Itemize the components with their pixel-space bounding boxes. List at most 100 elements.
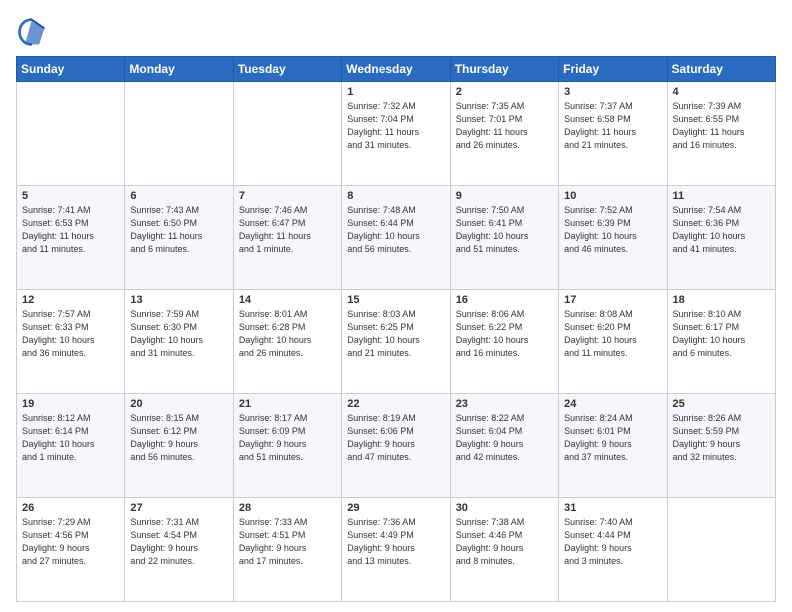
- day-header-wednesday: Wednesday: [342, 57, 450, 82]
- day-info: Sunrise: 8:08 AM Sunset: 6:20 PM Dayligh…: [564, 308, 661, 360]
- day-cell-29: 29Sunrise: 7:36 AM Sunset: 4:49 PM Dayli…: [342, 498, 450, 602]
- day-number: 3: [564, 86, 661, 98]
- day-cell-14: 14 Sunrise: 8:01 AM Sunset: 6:28 PM Dayli…: [233, 290, 341, 394]
- day-cell-16: 16 Sunrise: 8:06 AM Sunset: 6:22 PM Dayli…: [450, 290, 558, 394]
- day-number: 20: [130, 398, 227, 410]
- day-number: 10: [564, 190, 661, 202]
- day-info: Sunrise: 7:32 AM Sunset: 7:04 PM Dayligh…: [347, 100, 444, 152]
- day-info: Sunrise: 8:03 AM Sunset: 6:25 PM Dayligh…: [347, 308, 444, 360]
- day-header-monday: Monday: [125, 57, 233, 82]
- empty-cell: [17, 82, 125, 186]
- day-number: 11: [673, 190, 770, 202]
- day-cell-31: 31 Sunrise: 7:40 AM Sunset: 4:44 PM Dayli…: [559, 498, 667, 602]
- day-number: 13: [130, 294, 227, 306]
- day-number: 27: [130, 502, 227, 514]
- day-cell-19: 19 Sunrise: 8:12 AM Sunset: 6:14 PM Dayli…: [17, 394, 125, 498]
- day-info: Sunrise: 8:22 AM Sunset: 6:04 PM Dayligh…: [456, 412, 553, 464]
- day-cell-25: 25 Sunrise: 8:26 AM Sunset: 5:59 PM Dayli…: [667, 394, 775, 498]
- day-cell-9: 9Sunrise: 7:50 AM Sunset: 6:41 PM Daylig…: [450, 186, 558, 290]
- day-number: 2: [456, 86, 553, 98]
- day-cell-12: 12Sunrise: 7:57 AM Sunset: 6:33 PM Dayli…: [17, 290, 125, 394]
- day-info: Sunrise: 7:46 AM Sunset: 6:47 PM Dayligh…: [239, 204, 336, 256]
- calendar-header-row: SundayMondayTuesdayWednesdayThursdayFrid…: [17, 57, 776, 82]
- day-number: 31: [564, 502, 661, 514]
- day-info: Sunrise: 8:12 AM Sunset: 6:14 PM Dayligh…: [22, 412, 119, 464]
- day-header-tuesday: Tuesday: [233, 57, 341, 82]
- week-row-1: 1 Sunrise: 7:32 AM Sunset: 7:04 PM Daylig…: [17, 82, 776, 186]
- day-info: Sunrise: 7:54 AM Sunset: 6:36 PM Dayligh…: [673, 204, 770, 256]
- header: [16, 16, 776, 48]
- day-number: 30: [456, 502, 553, 514]
- day-cell-30: 30 Sunrise: 7:38 AM Sunset: 4:46 PM Dayli…: [450, 498, 558, 602]
- day-info: Sunrise: 8:15 AM Sunset: 6:12 PM Dayligh…: [130, 412, 227, 464]
- day-number: 24: [564, 398, 661, 410]
- day-number: 19: [22, 398, 119, 410]
- day-info: Sunrise: 8:17 AM Sunset: 6:09 PM Dayligh…: [239, 412, 336, 464]
- day-cell-4: 4 Sunrise: 7:39 AM Sunset: 6:55 PM Daylig…: [667, 82, 775, 186]
- day-info: Sunrise: 7:48 AM Sunset: 6:44 PM Dayligh…: [347, 204, 444, 256]
- day-info: Sunrise: 7:43 AM Sunset: 6:50 PM Dayligh…: [130, 204, 227, 256]
- day-cell-18: 18Sunrise: 8:10 AM Sunset: 6:17 PM Dayli…: [667, 290, 775, 394]
- day-cell-24: 24 Sunrise: 8:24 AM Sunset: 6:01 PM Dayli…: [559, 394, 667, 498]
- day-number: 5: [22, 190, 119, 202]
- day-number: 22: [347, 398, 444, 410]
- day-info: Sunrise: 7:41 AM Sunset: 6:53 PM Dayligh…: [22, 204, 119, 256]
- day-info: Sunrise: 8:19 AM Sunset: 6:06 PM Dayligh…: [347, 412, 444, 464]
- day-info: Sunrise: 8:01 AM Sunset: 6:28 PM Dayligh…: [239, 308, 336, 360]
- day-number: 14: [239, 294, 336, 306]
- day-cell-28: 28Sunrise: 7:33 AM Sunset: 4:51 PM Dayli…: [233, 498, 341, 602]
- day-cell-10: 10 Sunrise: 7:52 AM Sunset: 6:39 PM Dayli…: [559, 186, 667, 290]
- day-cell-7: 7 Sunrise: 7:46 AM Sunset: 6:47 PM Daylig…: [233, 186, 341, 290]
- day-info: Sunrise: 7:59 AM Sunset: 6:30 PM Dayligh…: [130, 308, 227, 360]
- day-number: 16: [456, 294, 553, 306]
- day-info: Sunrise: 7:36 AM Sunset: 4:49 PM Dayligh…: [347, 516, 444, 568]
- day-cell-15: 15Sunrise: 8:03 AM Sunset: 6:25 PM Dayli…: [342, 290, 450, 394]
- logo: [16, 16, 52, 48]
- day-cell-20: 20 Sunrise: 8:15 AM Sunset: 6:12 PM Dayli…: [125, 394, 233, 498]
- logo-icon: [16, 16, 48, 48]
- day-number: 7: [239, 190, 336, 202]
- day-number: 26: [22, 502, 119, 514]
- day-cell-21: 21 Sunrise: 8:17 AM Sunset: 6:09 PM Dayli…: [233, 394, 341, 498]
- day-header-saturday: Saturday: [667, 57, 775, 82]
- day-info: Sunrise: 7:57 AM Sunset: 6:33 PM Dayligh…: [22, 308, 119, 360]
- day-cell-26: 26 Sunrise: 7:29 AM Sunset: 4:56 PM Dayli…: [17, 498, 125, 602]
- day-cell-17: 17 Sunrise: 8:08 AM Sunset: 6:20 PM Dayli…: [559, 290, 667, 394]
- day-info: Sunrise: 7:31 AM Sunset: 4:54 PM Dayligh…: [130, 516, 227, 568]
- day-number: 25: [673, 398, 770, 410]
- day-number: 8: [347, 190, 444, 202]
- day-cell-6: 6Sunrise: 7:43 AM Sunset: 6:50 PM Daylig…: [125, 186, 233, 290]
- empty-cell: [125, 82, 233, 186]
- day-number: 4: [673, 86, 770, 98]
- day-info: Sunrise: 7:37 AM Sunset: 6:58 PM Dayligh…: [564, 100, 661, 152]
- day-info: Sunrise: 7:40 AM Sunset: 4:44 PM Dayligh…: [564, 516, 661, 568]
- day-header-sunday: Sunday: [17, 57, 125, 82]
- week-row-2: 5 Sunrise: 7:41 AM Sunset: 6:53 PM Daylig…: [17, 186, 776, 290]
- empty-cell: [233, 82, 341, 186]
- day-number: 1: [347, 86, 444, 98]
- day-cell-3: 3 Sunrise: 7:37 AM Sunset: 6:58 PM Daylig…: [559, 82, 667, 186]
- day-number: 23: [456, 398, 553, 410]
- day-cell-23: 23 Sunrise: 8:22 AM Sunset: 6:04 PM Dayli…: [450, 394, 558, 498]
- day-info: Sunrise: 7:39 AM Sunset: 6:55 PM Dayligh…: [673, 100, 770, 152]
- week-row-3: 12Sunrise: 7:57 AM Sunset: 6:33 PM Dayli…: [17, 290, 776, 394]
- day-info: Sunrise: 8:26 AM Sunset: 5:59 PM Dayligh…: [673, 412, 770, 464]
- week-row-5: 26 Sunrise: 7:29 AM Sunset: 4:56 PM Dayli…: [17, 498, 776, 602]
- day-cell-11: 11 Sunrise: 7:54 AM Sunset: 6:36 PM Dayli…: [667, 186, 775, 290]
- day-info: Sunrise: 8:10 AM Sunset: 6:17 PM Dayligh…: [673, 308, 770, 360]
- day-cell-22: 22 Sunrise: 8:19 AM Sunset: 6:06 PM Dayli…: [342, 394, 450, 498]
- day-info: Sunrise: 7:52 AM Sunset: 6:39 PM Dayligh…: [564, 204, 661, 256]
- day-number: 17: [564, 294, 661, 306]
- day-cell-1: 1 Sunrise: 7:32 AM Sunset: 7:04 PM Daylig…: [342, 82, 450, 186]
- page: SundayMondayTuesdayWednesdayThursdayFrid…: [0, 0, 792, 612]
- day-header-thursday: Thursday: [450, 57, 558, 82]
- day-info: Sunrise: 7:38 AM Sunset: 4:46 PM Dayligh…: [456, 516, 553, 568]
- day-number: 21: [239, 398, 336, 410]
- day-info: Sunrise: 7:50 AM Sunset: 6:41 PM Dayligh…: [456, 204, 553, 256]
- day-cell-13: 13 Sunrise: 7:59 AM Sunset: 6:30 PM Dayli…: [125, 290, 233, 394]
- day-header-friday: Friday: [559, 57, 667, 82]
- day-cell-2: 2Sunrise: 7:35 AM Sunset: 7:01 PM Daylig…: [450, 82, 558, 186]
- day-info: Sunrise: 8:24 AM Sunset: 6:01 PM Dayligh…: [564, 412, 661, 464]
- day-info: Sunrise: 7:29 AM Sunset: 4:56 PM Dayligh…: [22, 516, 119, 568]
- day-info: Sunrise: 8:06 AM Sunset: 6:22 PM Dayligh…: [456, 308, 553, 360]
